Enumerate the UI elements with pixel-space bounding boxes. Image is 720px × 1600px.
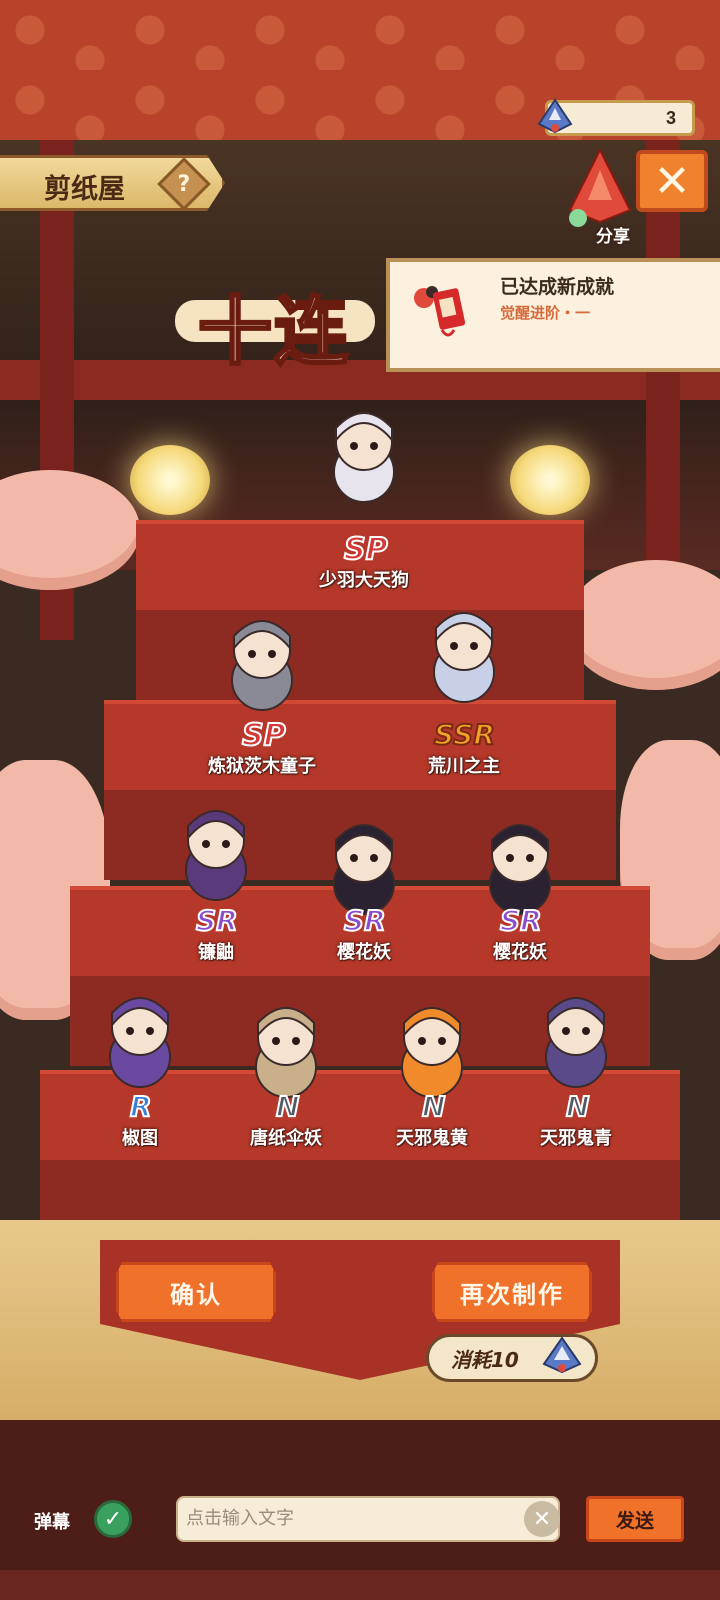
close-icon: ✕ [653, 155, 691, 207]
rarity-badge: SR [343, 903, 387, 938]
send-label: 发送 [615, 1509, 654, 1532]
character-figure [255, 1007, 317, 1098]
character-name: 荒川之主 [428, 756, 500, 777]
confirm-label: 确认 [170, 1280, 222, 1309]
character-name: 樱花妖 [493, 942, 547, 963]
confirm-button[interactable]: 确认 [116, 1262, 276, 1322]
share-crane-icon[interactable] [560, 140, 640, 230]
rarity-badge: SP [343, 531, 389, 568]
character-name: 椒图 [122, 1128, 158, 1149]
character-name: 天邪鬼黄 [396, 1128, 468, 1149]
achievement-title: 已达成新成就 [500, 276, 615, 298]
lantern-left [130, 445, 210, 515]
paper-crane-cost-icon [542, 1336, 582, 1374]
achievement-subtitle: 觉醒进阶・一 [500, 304, 591, 322]
character-figure [185, 810, 247, 901]
stair-tier-1-front [136, 610, 584, 700]
character-name: 少羽大天狗 [319, 570, 409, 591]
rarity-badge: SP [241, 717, 287, 754]
danmu-toggle[interactable]: ✓ [94, 1500, 132, 1538]
character-figure [231, 620, 293, 711]
cost-label: 消耗10 [451, 1347, 519, 1372]
chat-input[interactable]: 点击输入文字 [176, 1496, 560, 1542]
make-again-label: 再次制作 [460, 1280, 564, 1309]
character-figure [433, 612, 495, 703]
rarity-badge: SR [499, 903, 543, 938]
lantern-right [510, 445, 590, 515]
bottom-decor [0, 1570, 720, 1600]
character-name: 炼狱茨木童子 [208, 756, 316, 777]
stair-tier-2 [104, 700, 616, 790]
ten-pull-title: 十连 [197, 288, 350, 377]
clear-input-button[interactable]: ✕ [524, 1501, 560, 1537]
stair-tier-4-front [40, 1160, 680, 1220]
character-name: 唐纸伞妖 [250, 1128, 322, 1149]
make-again-button[interactable]: 再次制作 [432, 1262, 592, 1322]
rarity-badge: N [275, 1089, 300, 1124]
share-label[interactable]: 分享 [596, 222, 630, 247]
rarity-badge: R [129, 1089, 153, 1124]
help-icon: ? [177, 171, 191, 197]
clear-icon: ✕ [532, 1506, 552, 1532]
character-name: 镰鼬 [198, 942, 234, 963]
send-button[interactable]: 发送 [586, 1496, 684, 1542]
check-icon: ✓ [103, 1506, 123, 1532]
blossom-cloud-right [566, 560, 720, 690]
rarity-badge: SSR [433, 717, 496, 752]
rarity-badge: N [421, 1089, 446, 1124]
character-figure [333, 412, 395, 503]
danmu-label: 弹幕 [34, 1512, 70, 1533]
character-figure [545, 997, 607, 1088]
rarity-badge: N [565, 1089, 590, 1124]
rarity-badge: SR [195, 903, 239, 938]
page-title: 剪纸屋 [44, 174, 125, 205]
currency-count: 3 [665, 107, 676, 128]
character-name: 天邪鬼青 [540, 1128, 612, 1149]
game-screen: 3 剪纸屋 ? 分享 ✕ 十连 已达成新成就 觉醒进阶・一 SP 少羽大天狗 SP 炼… [0, 0, 720, 1600]
paper-crane-currency-icon [537, 98, 573, 134]
character-figure [401, 1007, 463, 1098]
character-name: 樱花妖 [337, 942, 391, 963]
close-button[interactable]: ✕ [636, 150, 708, 212]
achievement-amulet-icon [414, 286, 466, 337]
character-figure [109, 997, 171, 1088]
